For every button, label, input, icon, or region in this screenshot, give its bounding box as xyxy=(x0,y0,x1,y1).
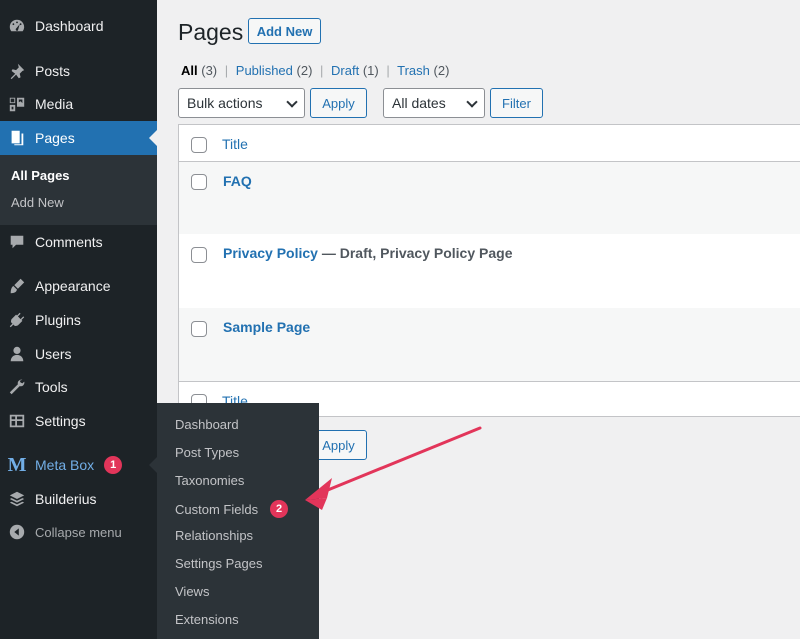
separator: | xyxy=(224,63,229,78)
collapse-icon xyxy=(8,523,26,541)
apply-button-top[interactable]: Apply xyxy=(310,88,367,118)
row-title-link[interactable]: Sample Page xyxy=(223,319,310,335)
row-post-state: — Draft, Privacy Policy Page xyxy=(317,245,513,261)
user-icon xyxy=(8,345,26,363)
sidebar-item-comments[interactable]: Comments xyxy=(0,225,157,259)
sidebar-item-posts[interactable]: Posts xyxy=(0,54,157,88)
sidebar-item-label: Collapse menu xyxy=(35,524,122,540)
sidebar-item-label: Media xyxy=(35,96,74,112)
wrench-icon xyxy=(8,378,26,396)
row-title-text[interactable]: Privacy Policy xyxy=(223,245,318,261)
sidebar-item-label: Pages xyxy=(35,130,75,146)
row-checkbox[interactable] xyxy=(191,321,207,337)
sidebar-item-label: Posts xyxy=(35,63,71,79)
step-badge-1: 1 xyxy=(104,456,123,474)
separator: | xyxy=(320,63,324,78)
sidebar-item-pages[interactable]: Pages xyxy=(0,121,157,155)
layers-icon xyxy=(8,490,26,508)
row-title-link[interactable]: Privacy Policy — Draft, Privacy Policy P… xyxy=(223,245,512,261)
sidebar-item-label: Settings xyxy=(35,413,86,429)
filter-draft-count: (1) xyxy=(362,63,379,78)
submenu-add-new[interactable]: Add New xyxy=(11,195,64,210)
media-icon xyxy=(8,95,26,113)
sidebar-item-tools[interactable]: Tools xyxy=(0,370,157,404)
flyout-item-dashboard[interactable]: Dashboard xyxy=(175,417,239,432)
chevron-down-icon xyxy=(466,96,478,108)
title-column-header[interactable]: Title xyxy=(222,136,248,152)
metabox-logo-icon: M xyxy=(7,453,27,476)
filter-trash[interactable]: Trash xyxy=(397,63,430,78)
filter-all-count: (3) xyxy=(201,63,218,78)
settings-icon xyxy=(8,412,26,430)
collapse-menu-button[interactable]: Collapse menu xyxy=(0,515,157,549)
row-title-text[interactable]: Sample Page xyxy=(223,319,310,335)
brush-icon xyxy=(8,277,26,295)
flyout-pointer xyxy=(149,457,157,473)
table-header: Title xyxy=(179,125,800,162)
sidebar-item-meta-box[interactable]: M Meta Box 1 xyxy=(0,448,157,482)
step-badge-2: 2 xyxy=(270,500,289,518)
flyout-item-label: Custom Fields xyxy=(175,501,259,517)
row-title-link[interactable]: FAQ xyxy=(223,173,252,189)
filter-published[interactable]: Published xyxy=(236,63,293,78)
sidebar-item-label: Meta Box xyxy=(35,457,95,473)
bulk-actions-select[interactable]: Bulk actions xyxy=(178,88,305,118)
add-new-button[interactable]: Add New xyxy=(248,18,321,44)
sidebar-item-label: Plugins xyxy=(35,312,81,328)
sidebar-item-dashboard[interactable]: Dashboard xyxy=(0,9,157,43)
sidebar-item-plugins[interactable]: Plugins xyxy=(0,303,157,337)
flyout-item-settings-pages[interactable]: Settings Pages xyxy=(175,556,262,571)
row-title-text[interactable]: FAQ xyxy=(223,173,252,189)
comment-icon xyxy=(8,233,26,251)
flyout-item-post-types[interactable]: Post Types xyxy=(175,445,239,460)
pages-icon xyxy=(8,129,26,147)
sidebar-item-label: Dashboard xyxy=(35,18,104,34)
sidebar-item-label: Comments xyxy=(35,234,103,250)
sidebar-item-users[interactable]: Users xyxy=(0,337,157,371)
page-title: Pages xyxy=(178,19,244,45)
row-checkbox[interactable] xyxy=(191,174,207,190)
sidebar-item-builderius[interactable]: Builderius xyxy=(0,482,157,516)
sidebar-item-appearance[interactable]: Appearance xyxy=(0,269,157,303)
select-all-checkbox[interactable] xyxy=(191,137,207,153)
flyout-item-taxonomies[interactable]: Taxonomies xyxy=(175,473,244,488)
filter-all[interactable]: All xyxy=(181,63,198,78)
table-row: FAQ xyxy=(179,162,800,234)
flyout-item-extensions[interactable]: Extensions xyxy=(175,612,239,627)
flyout-item-relationships[interactable]: Relationships xyxy=(175,528,253,543)
sidebar-item-label: Users xyxy=(35,346,72,362)
meta-box-flyout-menu: Dashboard Post Types Taxonomies Custom F… xyxy=(157,403,319,639)
pin-icon xyxy=(8,62,26,80)
filter-trash-count: (2) xyxy=(433,63,450,78)
date-filter-value: All dates xyxy=(392,95,446,111)
filter-draft[interactable]: Draft xyxy=(331,63,359,78)
sidebar-item-label: Tools xyxy=(35,379,68,395)
date-filter-select[interactable]: All dates xyxy=(383,88,485,118)
table-row: Sample Page xyxy=(179,308,800,382)
filter-published-count: (2) xyxy=(296,63,313,78)
sidebar-item-label: Builderius xyxy=(35,491,97,507)
flyout-item-custom-fields[interactable]: Custom Fields 2 xyxy=(175,500,289,518)
sidebar-item-label: Appearance xyxy=(35,278,111,294)
admin-sidebar: Dashboard Posts Media Pages All Pages Ad… xyxy=(0,0,157,639)
filter-button[interactable]: Filter xyxy=(490,88,543,118)
sidebar-item-media[interactable]: Media xyxy=(0,87,157,121)
current-page-pointer xyxy=(149,130,157,146)
table-row: Privacy Policy — Draft, Privacy Policy P… xyxy=(179,234,800,308)
separator: | xyxy=(386,63,390,78)
chevron-down-icon xyxy=(286,96,298,108)
submenu-all-pages[interactable]: All Pages xyxy=(11,168,70,183)
dashboard-icon xyxy=(8,17,26,35)
row-checkbox[interactable] xyxy=(191,247,207,263)
pages-table: Title FAQ Privacy Policy — Draft, Privac… xyxy=(178,124,800,417)
status-filter-links: All (3) | Published (2) | Draft (1) | Tr… xyxy=(181,63,449,78)
sidebar-item-settings[interactable]: Settings xyxy=(0,404,157,438)
flyout-item-views[interactable]: Views xyxy=(175,584,209,599)
plug-icon xyxy=(8,311,26,329)
bulk-actions-value: Bulk actions xyxy=(187,95,263,111)
pages-submenu: All Pages Add New xyxy=(0,155,157,225)
